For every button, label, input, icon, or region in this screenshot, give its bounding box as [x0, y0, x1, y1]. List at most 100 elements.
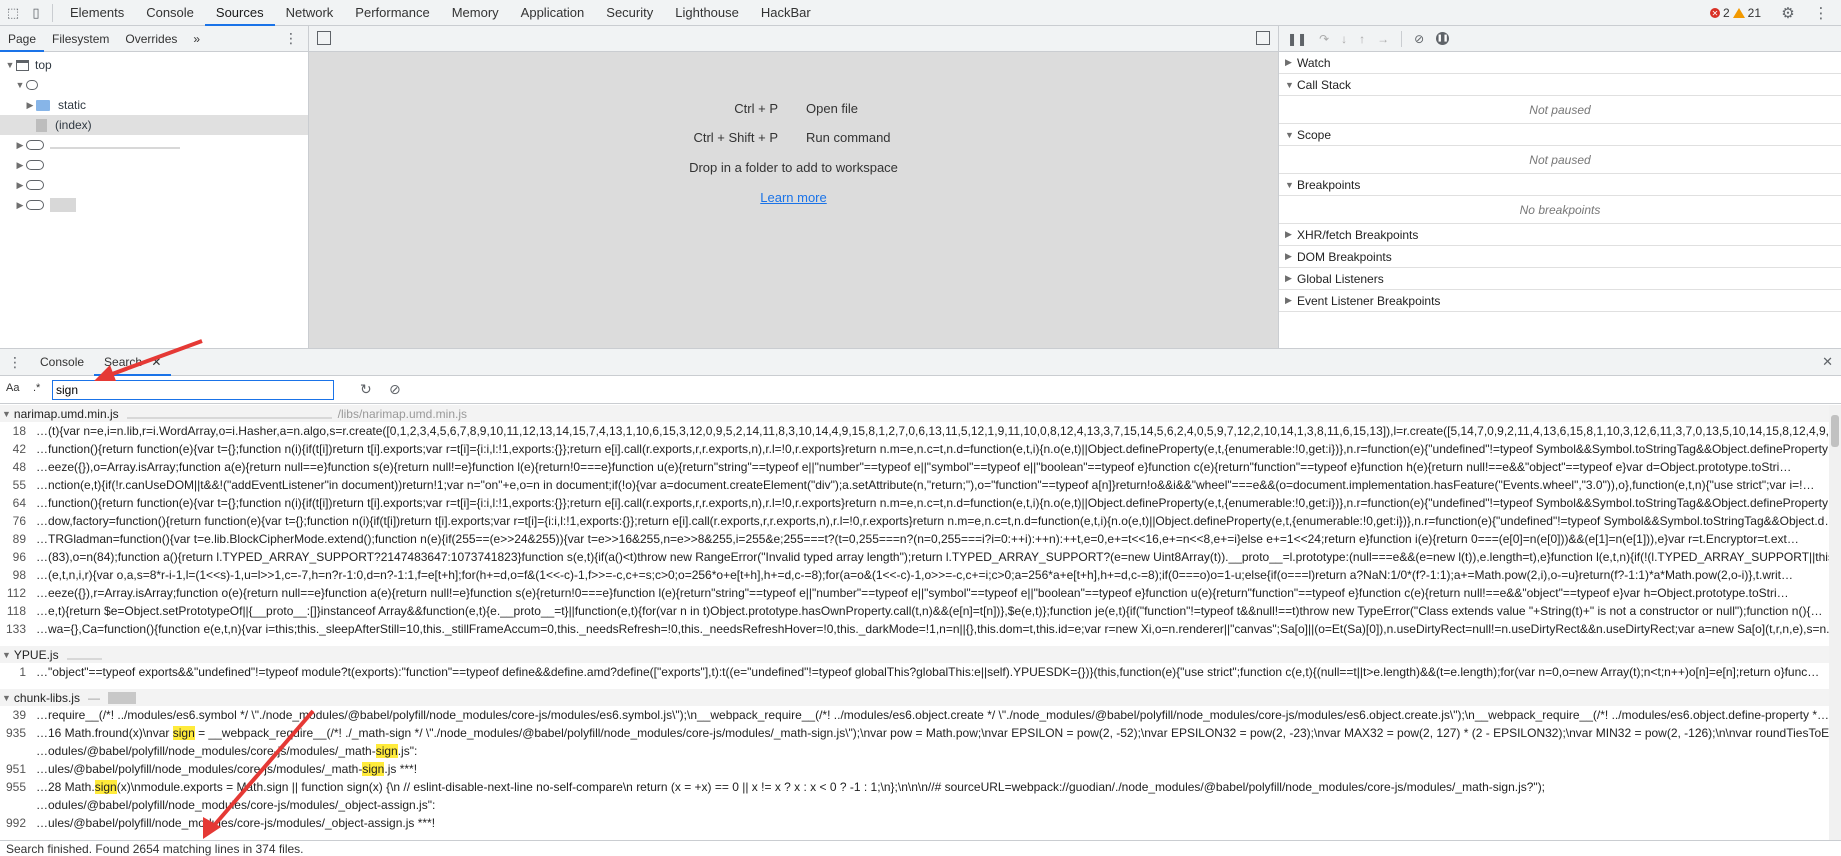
result-line[interactable]: 48 …eeze({}),o=Array.isArray;function a(e…	[0, 458, 1829, 476]
result-line[interactable]: 55 …nction(e,t){if(!r.canUseDOM||t&&!("ad…	[0, 476, 1829, 494]
tab-overrides[interactable]: Overrides	[117, 26, 185, 52]
tab-application[interactable]: Application	[510, 0, 596, 26]
tab-console[interactable]: Console	[135, 0, 205, 26]
device-toolbar-icon[interactable]: ▯	[26, 3, 46, 23]
gear-icon[interactable]: ⚙	[1778, 3, 1798, 23]
section-label: Breakpoints	[1297, 177, 1361, 192]
tab-lighthouse[interactable]: Lighthouse	[664, 0, 750, 26]
line-text-before: …odules/@babel/polyfill/node_modules/cor…	[36, 744, 376, 758]
shortcut-label: Open file	[806, 101, 859, 116]
tree-item-origin[interactable]: ▼	[0, 75, 308, 95]
tree-item-domain[interactable]: ▶	[0, 155, 308, 175]
tab-filesystem[interactable]: Filesystem	[44, 26, 117, 52]
result-line[interactable]: 951 …ules/@babel/polyfill/node_modules/co…	[0, 760, 1829, 778]
more-tabs-button[interactable]: »	[185, 26, 208, 52]
line-text: …ules/@babel/polyfill/node_modules/core-…	[36, 816, 435, 830]
cloud-icon	[26, 140, 44, 150]
section-label: Call Stack	[1297, 77, 1352, 92]
line-text: …"object"==typeof exports&&"undefined"!=…	[36, 665, 1819, 679]
result-line[interactable]: 96 …(83),o=n(84);function a(){return l.TY…	[0, 548, 1829, 566]
scrollbar-thumb[interactable]	[1831, 415, 1839, 447]
tree-item-domain[interactable]: ▶	[0, 135, 308, 155]
navigator-menu-icon[interactable]: ⋮	[284, 30, 298, 47]
step-out-icon[interactable]: ↑	[1359, 32, 1365, 46]
drawer-menu-icon[interactable]: ⋮	[0, 354, 30, 371]
tree-item-top[interactable]: ▼ top	[0, 55, 308, 75]
result-line[interactable]: 992 …ules/@babel/polyfill/node_modules/co…	[0, 814, 1829, 832]
section-call-stack[interactable]: ▼ Call Stack	[1279, 74, 1841, 96]
error-count: 2	[1722, 6, 1730, 20]
close-drawer-icon[interactable]: ✕	[1822, 354, 1833, 370]
close-tab-icon[interactable]: ✕	[151, 355, 161, 369]
step-icon[interactable]: →	[1377, 32, 1389, 46]
result-line[interactable]: …odules/@babel/polyfill/node_modules/cor…	[0, 742, 1829, 760]
section-breakpoints[interactable]: ▼ Breakpoints	[1279, 174, 1841, 196]
search-input[interactable]	[52, 380, 334, 400]
tree-item-domain[interactable]: ▶	[0, 175, 308, 195]
result-line[interactable]: 955 …28 Math.sign(x)\nmodule.exports = Ma…	[0, 778, 1829, 796]
result-file-header[interactable]: ▼ chunk-libs.js —	[0, 689, 1829, 706]
tab-hackbar[interactable]: HackBar	[750, 0, 822, 26]
folder-icon	[36, 99, 50, 111]
tab-page[interactable]: Page	[0, 26, 45, 52]
learn-more-link[interactable]: Learn more	[309, 190, 1278, 205]
result-line[interactable]: 133 …wa={},Ca=function(){function e(e,t,n…	[0, 620, 1829, 638]
result-line[interactable]: …odules/@babel/polyfill/node_modules/cor…	[0, 796, 1829, 814]
tree-item-static[interactable]: ▶ static	[0, 95, 308, 115]
toggle-debugger-icon[interactable]	[1256, 31, 1270, 45]
regex-toggle[interactable]: .*	[33, 382, 40, 394]
step-over-icon[interactable]: ↷	[1319, 32, 1329, 46]
tree-item-index[interactable]: (index)	[0, 115, 308, 135]
toggle-navigator-icon[interactable]	[317, 31, 331, 45]
step-into-icon[interactable]: ↓	[1341, 32, 1347, 46]
line-number: 55	[12, 478, 26, 492]
line-text-before: …ules/@babel/polyfill/node_modules/core-…	[36, 762, 363, 776]
line-text-before: …function(){return function(e){var t={};…	[36, 496, 1829, 510]
section-dom-breakpoints[interactable]: ▶ DOM Breakpoints	[1279, 246, 1841, 268]
result-line[interactable]: 1 …"object"==typeof exports&&"undefined"!…	[0, 663, 1829, 681]
drawer-tab-console[interactable]: Console	[30, 349, 94, 376]
drawer-tab-search[interactable]: Search ✕	[94, 349, 172, 376]
section-watch[interactable]: ▶ Watch	[1279, 52, 1841, 74]
section-event-listener-breakpoints[interactable]: ▶ Event Listener Breakpoints	[1279, 290, 1841, 312]
result-file-header[interactable]: ▼ narimap.umd.min.js /libs/narimap.umd.m…	[0, 405, 1829, 422]
section-scope[interactable]: ▼ Scope	[1279, 124, 1841, 146]
pause-icon[interactable]: ❚❚	[1287, 32, 1307, 46]
result-line[interactable]: 42 …function(){return function(e){var t={…	[0, 440, 1829, 458]
clear-icon[interactable]: ⊘	[389, 381, 401, 398]
tree-item-label: static	[58, 98, 87, 112]
result-line[interactable]: 112 …eeze({}),r=Array.isArray;function o(…	[0, 584, 1829, 602]
issues-counter[interactable]: ✕ 2 21	[1709, 6, 1761, 20]
tab-security[interactable]: Security	[595, 0, 664, 26]
result-line[interactable]: 89 …TRGladman=function(){var t=e.lib.Bloc…	[0, 530, 1829, 548]
line-text-before: …e,t){return $e=Object.setPrototypeOf||{…	[36, 604, 1823, 618]
result-line[interactable]: 98 …(e,t,n,i,r){var o,a,s=8*r-i-1,l=(1<<s…	[0, 566, 1829, 584]
refresh-icon[interactable]: ↻	[360, 381, 372, 398]
result-line[interactable]: 76 …dow,factory=function(){return functio…	[0, 512, 1829, 530]
tab-performance[interactable]: Performance	[344, 0, 440, 26]
section-label: Global Listeners	[1297, 271, 1384, 286]
match-case-toggle[interactable]: Aa	[6, 382, 19, 394]
tab-sources[interactable]: Sources	[204, 0, 275, 26]
result-line[interactable]: 18 …(t){var n=e,i=n.lib,r=i.WordArray,o=i…	[0, 422, 1829, 440]
search-toolbar: Aa .* ↻ ⊘	[0, 376, 1841, 404]
deactivate-breakpoints-icon[interactable]: ⊘	[1414, 32, 1424, 46]
tab-memory[interactable]: Memory	[441, 0, 510, 26]
result-file-header[interactable]: ▼ YPUE.js	[0, 646, 1829, 663]
inspect-element-icon[interactable]: ⬚	[3, 3, 23, 23]
tab-network[interactable]: Network	[275, 0, 345, 26]
expanded-arrow-icon: ▼	[2, 649, 11, 660]
frame-icon	[16, 59, 29, 71]
section-xhr-breakpoints[interactable]: ▶ XHR/fetch Breakpoints	[1279, 224, 1841, 246]
section-global-listeners[interactable]: ▶ Global Listeners	[1279, 268, 1841, 290]
result-line[interactable]: 118 …e,t){return $e=Object.setPrototypeOf…	[0, 602, 1829, 620]
pause-on-exceptions-icon[interactable]: ❚❚	[1436, 32, 1450, 45]
tree-item-domain[interactable]: ▶	[0, 195, 308, 215]
results-scrollbar[interactable]	[1829, 405, 1841, 841]
tab-elements[interactable]: Elements	[59, 0, 135, 26]
result-line[interactable]: 64 …function(){return function(e){var t={…	[0, 494, 1829, 512]
more-options-icon[interactable]: ⋮	[1811, 3, 1831, 23]
result-line[interactable]: 935 …16 Math.fround(x)\nvar sign = __webp…	[0, 724, 1829, 742]
line-text-before: …require__(/*! ../modules/es6.symbol */ …	[36, 708, 1829, 722]
result-line[interactable]: 39 …require__(/*! ../modules/es6.symbol *…	[0, 706, 1829, 724]
